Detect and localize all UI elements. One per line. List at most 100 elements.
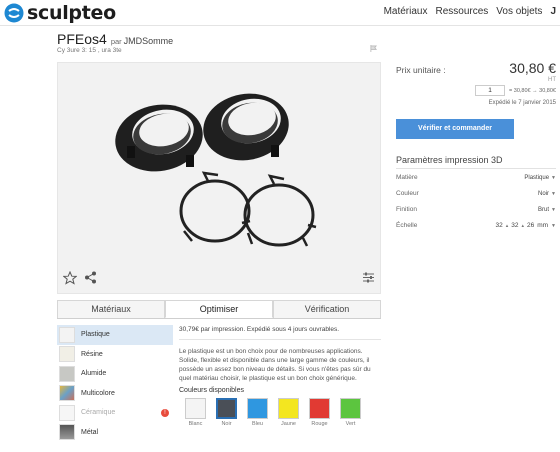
material-description: Le plastique est un bon choix pour de no… — [179, 348, 371, 382]
main-nav: Matériaux Ressources Vos objets J — [384, 6, 556, 17]
shipping-date: Expédié le 7 janvier 2015 — [488, 100, 556, 106]
scale-y-input[interactable]: 32 — [511, 222, 518, 229]
price-tax-note: HT — [548, 77, 556, 83]
brand-name: sculpteo — [27, 2, 116, 24]
param-label: Échelle — [396, 222, 418, 229]
finish-select[interactable]: Brut ▼ — [538, 207, 556, 213]
color-swatch — [216, 398, 237, 419]
product-name: PFEos4 — [57, 31, 107, 47]
chevron-down-icon: ▼ — [551, 174, 556, 181]
material-item-plastic[interactable]: Plastique — [57, 325, 173, 345]
color-swatch — [340, 398, 361, 419]
color-swatch — [247, 398, 268, 419]
param-label: Finition — [396, 206, 417, 213]
quantity-price-range: = 30,80€ → 30,80€ — [509, 87, 556, 94]
select-value: Plastique — [524, 174, 550, 181]
nav-resources[interactable]: Ressources — [435, 6, 488, 17]
quantity-row: 1 = 30,80€ → 30,80€ — [396, 85, 556, 96]
tab-optimize[interactable]: Optimiser — [165, 300, 273, 318]
quantity-input[interactable]: 1 — [475, 85, 506, 96]
chevron-down-icon: ▼ — [551, 190, 556, 197]
material-swatch — [59, 404, 75, 421]
warning-alert-icon: ! — [161, 408, 169, 417]
order-panel: Prix unitaire : 30,80 € HT 1 = 30,80€ → … — [396, 60, 556, 233]
chevron-down-icon: ▼ — [551, 206, 556, 213]
color-name: Bleu — [251, 421, 263, 427]
product-by: par — [110, 37, 122, 46]
scale-x-input[interactable]: 32 — [495, 222, 502, 229]
product-subtitle: Cy 3ure 3: 15 , ura 3te — [57, 47, 122, 54]
price-value: 30,80 € — [509, 60, 556, 76]
scale-inputs: 32 ▴ 32 ▴ 26 mm ▼ — [495, 222, 556, 229]
top-header: sculpteo Matériaux Ressources Vos objets… — [0, 0, 560, 26]
material-select[interactable]: Plastique ▼ — [524, 175, 556, 181]
product-title: PFEos4 par JMDSomme — [57, 31, 173, 47]
color-swatch — [185, 398, 206, 419]
material-label: Métal — [81, 428, 99, 436]
colors-label: Couleurs disponibles — [179, 387, 244, 394]
material-item-multicolor[interactable]: Multicolore — [57, 384, 173, 404]
viewer-toolbar — [58, 267, 380, 293]
share-icon[interactable] — [84, 271, 97, 284]
select-value: Brut — [538, 206, 550, 213]
material-label: Alumide — [81, 370, 107, 378]
favorite-star-icon[interactable] — [63, 271, 77, 285]
param-material: Matière Plastique ▼ — [396, 170, 556, 185]
nav-materials[interactable]: Matériaux — [384, 6, 428, 17]
color-swatch — [278, 398, 299, 419]
color-option-white[interactable]: Blanc — [185, 398, 206, 427]
viewer-settings-icon[interactable] — [362, 271, 375, 284]
color-name: Jaune — [281, 421, 296, 427]
tab-verification[interactable]: Vérification — [273, 300, 381, 318]
nav-my-objects[interactable]: Vos objets — [496, 6, 542, 17]
color-swatch — [309, 398, 330, 419]
material-swatch — [59, 326, 75, 343]
chevron-down-icon: ▼ — [551, 222, 556, 229]
report-flag-icon[interactable] — [370, 45, 377, 52]
scale-z-input[interactable]: 26 — [527, 222, 534, 229]
material-swatch — [59, 346, 75, 363]
color-options: Blanc Noir Bleu Jaune Rouge Vert — [185, 398, 381, 427]
material-tabs: Matériaux Optimiser Vérification — [57, 300, 381, 319]
color-name: Vert — [345, 421, 356, 427]
material-item-alumide[interactable]: Alumide — [57, 364, 173, 384]
price-row: Prix unitaire : 30,80 € — [396, 60, 556, 76]
param-label: Matière — [396, 174, 418, 181]
color-option-red[interactable]: Rouge — [309, 398, 330, 427]
material-detail: 30,79€ par impression. Expédié sous 4 jo… — [179, 326, 381, 427]
color-option-yellow[interactable]: Jaune — [278, 398, 299, 427]
color-select[interactable]: Noir ▼ — [538, 191, 556, 197]
color-name: Noir — [221, 421, 232, 427]
stepper-icon: ▴ — [521, 222, 524, 229]
param-finish: Finition Brut ▼ — [396, 202, 556, 217]
material-item-resin[interactable]: Résine — [57, 345, 173, 365]
material-swatch — [59, 424, 75, 441]
tab-materials[interactable]: Matériaux — [57, 300, 165, 318]
select-value: Noir — [538, 190, 550, 197]
color-option-green[interactable]: Vert — [340, 398, 361, 427]
material-label: Multicolore — [81, 389, 115, 397]
param-color: Couleur Noir ▼ — [396, 186, 556, 201]
print-params-title: Paramètres impression 3D — [396, 155, 556, 169]
product-author[interactable]: JMDSomme — [124, 36, 174, 46]
unit-select[interactable]: mm — [537, 222, 548, 229]
checkout-button[interactable]: Vérifier et commander — [396, 119, 514, 139]
material-item-metal[interactable]: Métal — [57, 423, 173, 443]
price-label: Prix unitaire : — [396, 65, 446, 75]
sculpteo-logo-icon — [4, 3, 24, 23]
material-list: Plastique Résine Alumide Multicolore Cér… — [57, 325, 173, 442]
material-swatch — [59, 385, 75, 402]
param-label: Couleur — [396, 190, 419, 197]
brand-logo[interactable]: sculpteo — [4, 2, 116, 24]
color-name: Blanc — [188, 421, 203, 427]
material-item-ceramic[interactable]: Céramique ! — [57, 403, 173, 423]
nav-user[interactable]: J — [550, 6, 556, 17]
param-scale: Échelle 32 ▴ 32 ▴ 26 mm ▼ — [396, 218, 556, 233]
color-option-blue[interactable]: Bleu — [247, 398, 268, 427]
stepper-icon: ▴ — [505, 222, 509, 229]
model-viewer[interactable] — [57, 62, 381, 294]
material-price-summary: 30,79€ par impression. Expédié sous 4 jo… — [179, 326, 381, 340]
material-label: Céramique — [81, 409, 116, 417]
color-option-black[interactable]: Noir — [216, 398, 237, 427]
material-label: Résine — [81, 350, 103, 358]
